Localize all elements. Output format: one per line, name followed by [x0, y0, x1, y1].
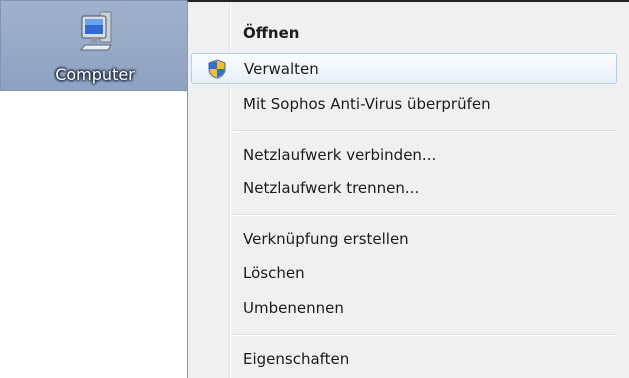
computer-icon-label: Computer: [55, 65, 135, 84]
computer-desktop-icon[interactable]: Computer: [0, 0, 190, 91]
menu-item-label: Verknüpfung erstellen: [243, 230, 409, 248]
menu-item-rename[interactable]: Umbenennen: [191, 293, 617, 324]
menu-item-label: Netzlaufwerk trennen...: [243, 179, 420, 197]
menu-item-label: Eigenschaften: [243, 350, 350, 368]
menu-item-create-shortcut[interactable]: Verknüpfung erstellen: [191, 224, 617, 255]
menu-item-label: Netzlaufwerk verbinden...: [243, 146, 437, 164]
menu-item-delete[interactable]: Löschen: [191, 258, 617, 289]
menu-item-open[interactable]: Öffnen: [191, 18, 617, 49]
menu-item-manage[interactable]: Verwalten: [191, 53, 617, 84]
menu-separator: [233, 334, 617, 336]
menu-item-label: Umbenennen: [243, 299, 344, 317]
menu-item-sophos-scan[interactable]: Mit Sophos Anti-Virus überprüfen: [191, 89, 617, 120]
menu-separator: [233, 130, 617, 132]
menu-item-label: Löschen: [243, 264, 305, 282]
menu-item-label: Öffnen: [243, 24, 300, 42]
desktop: Computer Öffnen Verwalten Mit Sophos Ant…: [0, 0, 629, 378]
menu-item-disconnect-network-drive[interactable]: Netzlaufwerk trennen...: [191, 173, 617, 204]
menu-item-label: Verwalten: [244, 60, 319, 78]
uac-shield-icon: [208, 59, 226, 79]
context-menu: Öffnen Verwalten Mit Sophos Anti-Virus ü…: [187, 0, 629, 378]
menu-item-label: Mit Sophos Anti-Virus überprüfen: [243, 95, 491, 113]
menu-separator: [233, 214, 617, 216]
menu-item-properties[interactable]: Eigenschaften: [191, 344, 617, 375]
menu-item-map-network-drive[interactable]: Netzlaufwerk verbinden...: [191, 140, 617, 171]
computer-icon: [80, 11, 112, 51]
